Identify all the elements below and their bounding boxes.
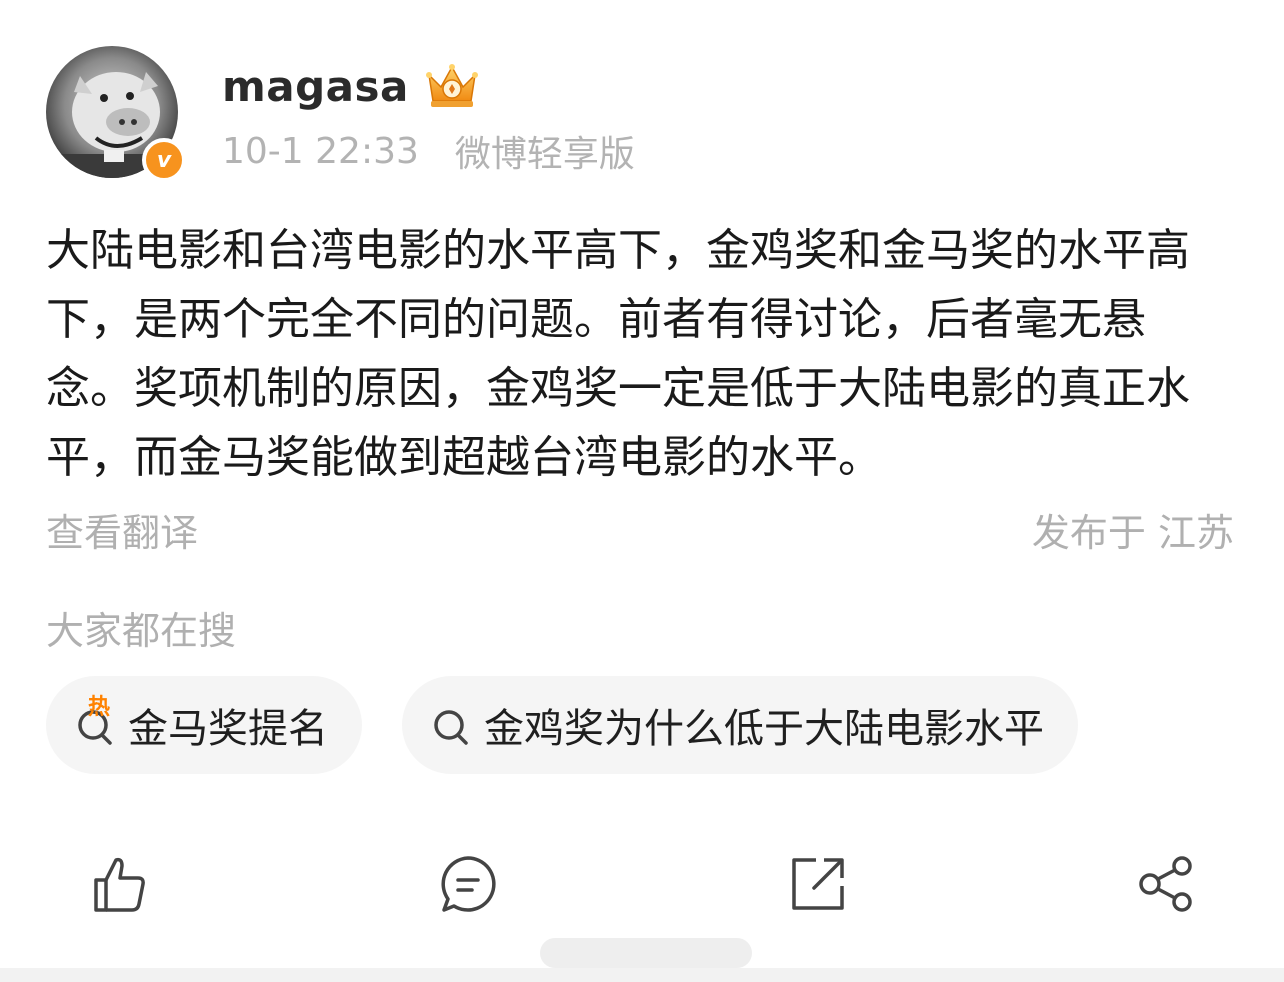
share-icon[interactable] xyxy=(1134,852,1198,916)
comment-icon[interactable] xyxy=(436,852,500,916)
search-icon xyxy=(434,710,468,745)
home-indicator xyxy=(540,938,752,968)
verified-badge: v xyxy=(142,138,186,182)
search-chip-label: 金马奖提名 xyxy=(128,706,328,752)
repost-icon[interactable] xyxy=(786,852,850,916)
post-meta: 10-1 22:33 微博轻享版 xyxy=(222,126,635,176)
search-chip-hot[interactable]: 热 金马奖提名 xyxy=(46,676,362,774)
weibo-post-page: v magasa 10-1 22:33 微博轻享版 大陆电影和台湾电影的水平高下… xyxy=(0,0,1284,982)
username[interactable]: magasa xyxy=(222,62,409,111)
verified-badge-letter: v xyxy=(156,147,172,173)
post-location: 发布于 江苏 xyxy=(1031,511,1234,555)
post-time: 10-1 22:33 xyxy=(222,130,419,172)
bottom-divider xyxy=(0,968,1284,982)
post-source[interactable]: 微博轻享版 xyxy=(455,125,635,177)
thumbs-up-icon[interactable] xyxy=(86,852,150,916)
search-icon-wrap xyxy=(430,703,474,747)
trending-searches-title: 大家都在搜 xyxy=(46,609,237,653)
search-chip-label: 金鸡奖为什么低于大陆电影水平 xyxy=(484,706,1044,752)
hot-search-icon: 热 xyxy=(74,695,118,747)
translate-link[interactable]: 查看翻译 xyxy=(46,502,198,557)
search-chip[interactable]: 金鸡奖为什么低于大陆电影水平 xyxy=(402,676,1078,774)
crown-icon[interactable] xyxy=(423,61,481,111)
hot-tag: 热 xyxy=(88,695,111,720)
post-content: 大陆电影和台湾电影的水平高下，金鸡奖和金马奖的水平高下，是两个完全不同的问题。前… xyxy=(46,225,1190,483)
username-row: magasa xyxy=(222,56,481,116)
